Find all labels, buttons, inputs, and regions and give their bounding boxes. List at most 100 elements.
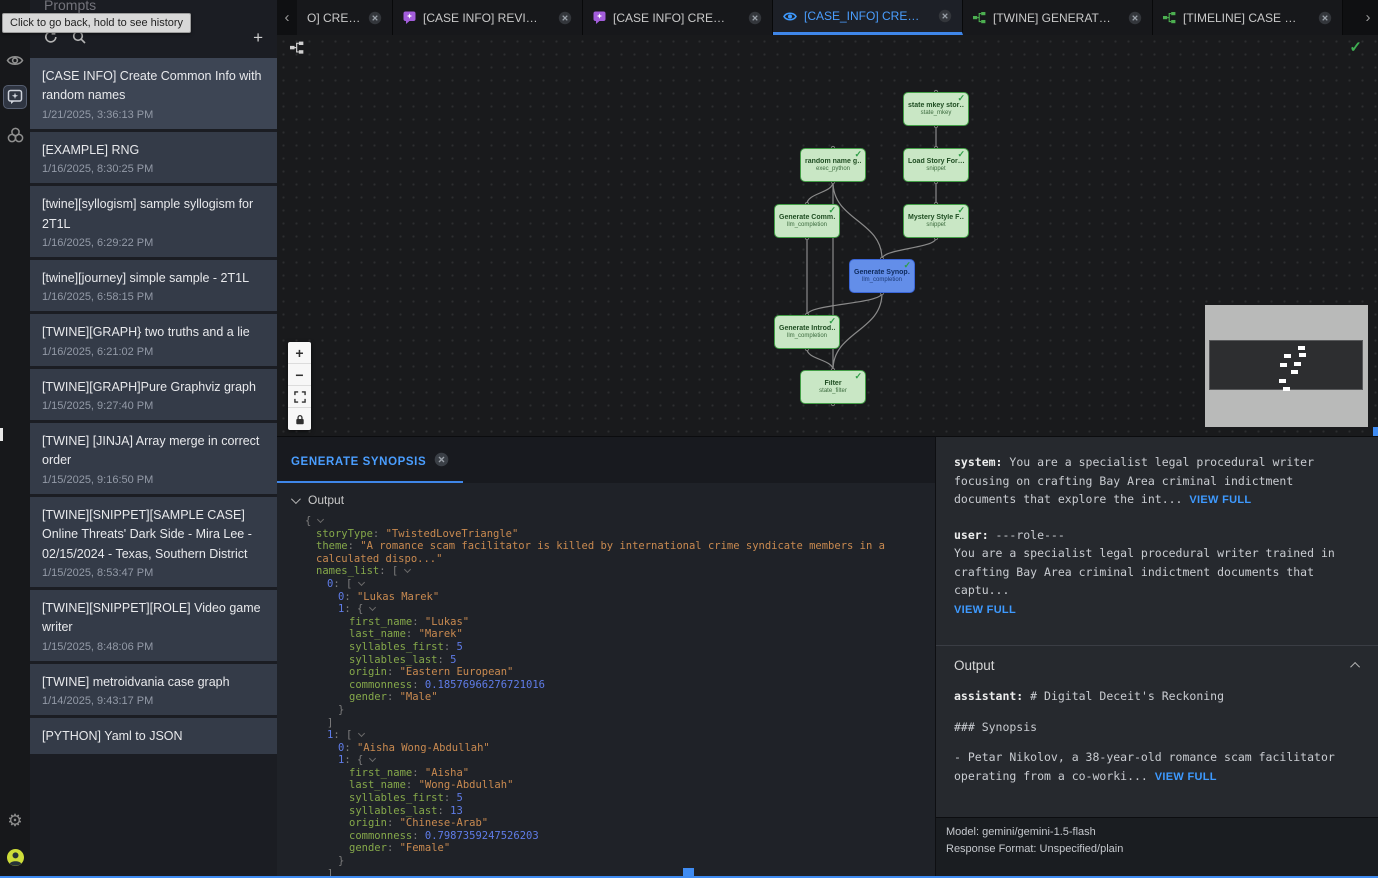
output-panel-tabrow: GENERATE SYNOPSIS [277,437,935,483]
settings-gear-icon[interactable]: ⚙ [3,808,27,832]
minimap-node [1299,353,1306,357]
prompt-list-item[interactable]: [twine][syllogism] sample syllogism for … [30,186,277,257]
graph-mode-icon[interactable] [290,40,304,60]
node-label: Generate Introd… [779,325,835,332]
flow-node-llm_completion[interactable]: Generate Introd…llm_completion✓ [774,315,840,349]
json-line: 1: { [305,754,925,767]
node-success-check-icon: ✓ [828,316,836,327]
json-line: 1: [ [305,729,925,742]
assistant-label: assistant: [954,689,1023,703]
tab-generate-synopsis[interactable]: GENERATE SYNOPSIS [277,452,463,483]
flow-node-state_filter[interactable]: Filterstate_filter✓ [800,370,866,404]
eye-icon[interactable] [3,48,27,72]
close-tab-icon[interactable] [558,11,572,25]
collapse-caret-icon[interactable] [317,516,324,523]
prompt-timestamp: 1/14/2025, 9:43:17 PM [42,695,265,707]
user-message: user: ---role--- You are a specialist le… [954,526,1360,620]
prompt-list-item[interactable]: [CASE INFO] Create Common Info with rand… [30,58,277,129]
json-tree-view: {storyType: "TwistedLoveTriangle"theme: … [277,511,935,878]
tab-bar-tabs: O] CRE…[CASE INFO] REVI…[CASE INFO] CRE…… [297,0,1343,35]
collapse-caret-icon[interactable] [369,755,376,762]
account-avatar-icon[interactable] [3,845,27,869]
fit-view-button[interactable] [288,386,311,408]
prompt-list-item[interactable]: [twine][journey] simple sample - 2T1L1/1… [30,260,277,311]
left-edge-resize-tick[interactable] [0,428,3,441]
json-line: storyType: "TwistedLoveTriangle" [305,528,925,541]
zoom-in-button[interactable]: + [288,342,311,364]
flow-canvas[interactable]: ✓ state mkey stor…state_mkey✓random name… [277,35,1378,436]
view-full-link[interactable]: VIEW FULL [954,604,1016,616]
prompt-list-item[interactable]: [PYTHON] Yaml to JSON [30,718,277,754]
view-full-link[interactable]: VIEW FULL [1155,771,1217,783]
prompt-list-item[interactable]: [TWINE] [JINJA] Array merge in correct o… [30,423,277,494]
prompts-sidebar: Prompts + [CASE INFO] Create Common Info… [30,0,277,878]
eye-tab-icon [783,11,797,22]
collapse-caret-icon[interactable] [369,604,376,611]
node-success-check-icon: ✓ [957,93,965,104]
zoom-out-button[interactable]: − [288,364,311,386]
output-section-header[interactable]: Output [277,483,935,511]
prompt-title: [twine][journey] simple sample - 2T1L [42,269,265,288]
output-section-header[interactable]: Output [954,658,1360,673]
graph-tab-icon [973,11,986,24]
close-tab-icon[interactable] [938,9,952,23]
model-info-footer: Model: gemini/gemini-1.5-flash Response … [936,817,1378,878]
lock-button[interactable] [288,408,311,430]
json-line: theme: "A romance scam facilitator is ki… [305,540,925,565]
flow-node-llm_completion[interactable]: Generate Comm…llm_completion✓ [774,204,840,238]
node-success-check-icon: ✓ [957,149,965,160]
editor-tab[interactable]: [CASE_INFO] CRE… [773,0,963,35]
flow-node-exec_python[interactable]: random name g…exec_python✓ [800,148,866,182]
node-type: state_filter [819,388,847,394]
json-line: syllables_first: 5 [305,792,925,805]
add-prompt-button[interactable]: + [253,29,263,46]
editor-tab[interactable]: [TIMELINE] CASE … [1153,0,1343,35]
close-icon[interactable] [434,452,449,472]
json-line: 1: { [305,603,925,616]
collapse-caret-icon[interactable] [358,730,365,737]
knot-icon[interactable] [3,123,27,147]
json-line: last_name: "Wong-Abdullah" [305,779,925,792]
editor-tab[interactable]: [CASE INFO] REVI… [393,0,583,35]
node-label: Load Story For… [908,158,964,165]
minimap[interactable] [1205,305,1368,427]
right-edge-resize-tick[interactable] [1373,427,1378,436]
json-line: commonness: 0.18576966276721016 [305,679,925,692]
prompt-list-item[interactable]: [TWINE] metroidvania case graph1/14/2025… [30,664,277,715]
minimap-node [1283,387,1290,391]
json-line: gender: "Female" [305,842,925,855]
prompt-list-item[interactable]: [TWINE][GRAPH} two truths and a lie1/16/… [30,314,277,365]
flow-node-snippet[interactable]: Load Story For…snippet✓ [903,148,969,182]
json-line: last_name: "Marek" [305,628,925,641]
editor-tab[interactable]: [TWINE] GENERAT… [963,0,1153,35]
editor-tab[interactable]: O] CRE… [297,0,393,35]
tabs-scroll-right-icon[interactable]: › [1358,0,1378,35]
minimap-node [1298,346,1305,350]
node-success-check-icon: ✓ [854,149,862,160]
close-tab-icon[interactable] [1128,11,1142,25]
close-tab-icon[interactable] [368,11,382,25]
prompt-chat-icon[interactable] [3,85,27,109]
close-tab-icon[interactable] [748,11,762,25]
json-line: } [305,704,925,717]
collapse-caret-icon[interactable] [358,579,365,586]
view-full-link[interactable]: VIEW FULL [1189,494,1251,506]
flow-node-state_mkey[interactable]: state mkey stor…state_mkey✓ [903,92,969,126]
history-tooltip: Click to go back, hold to see history [2,13,191,33]
minimap-node [1294,362,1301,366]
flow-node-snippet[interactable]: Mystery Style F…snippet✓ [903,204,969,238]
close-tab-icon[interactable] [1318,11,1332,25]
editor-tab[interactable]: [CASE INFO] CRE… [583,0,773,35]
json-line: first_name: "Lukas" [305,616,925,629]
prompt-title: [PYTHON] Yaml to JSON [42,727,265,746]
prompt-list-item[interactable]: [EXAMPLE] RNG1/16/2025, 8:30:25 PM [30,132,277,183]
prompt-list-item[interactable]: [TWINE][SNIPPET][SAMPLE CASE] Online Thr… [30,497,277,587]
horizontal-resize-grip[interactable] [683,868,694,878]
collapse-caret-icon[interactable] [404,566,411,573]
prompt-list-item[interactable]: [TWINE][SNIPPET][ROLE] Video game writer… [30,590,277,661]
prompt-list-item[interactable]: [TWINE][GRAPH]Pure Graphviz graph1/15/20… [30,369,277,420]
prompt-title: [twine][syllogism] sample syllogism for … [42,195,265,234]
json-line: syllables_last: 13 [305,805,925,818]
tabs-scroll-left-icon[interactable]: ‹ [277,0,297,35]
flow-node-llm_completion[interactable]: Generate Synop…llm_completion✓ [849,259,915,293]
